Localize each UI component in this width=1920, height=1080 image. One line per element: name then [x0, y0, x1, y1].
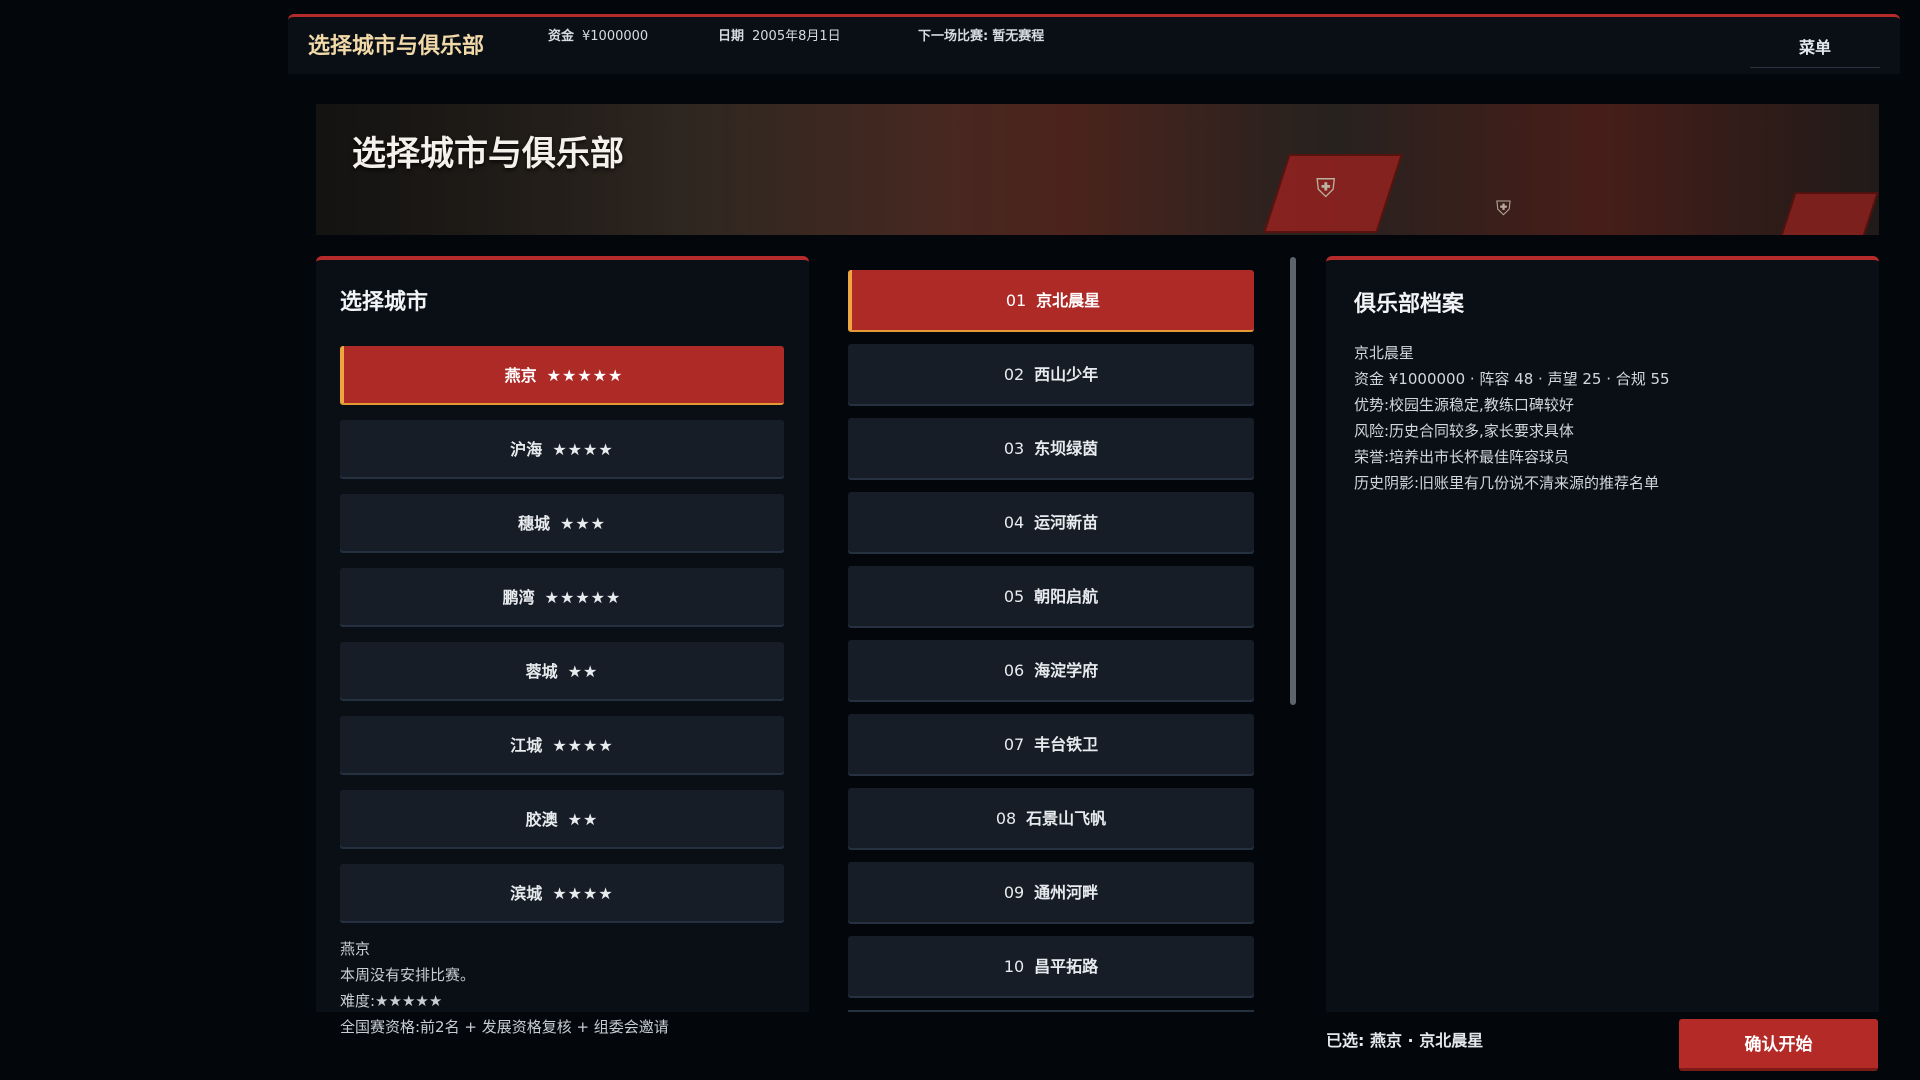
selected-summary: 已选: 燕京 · 京北晨星: [1326, 1031, 1484, 1050]
menu-button[interactable]: 菜单: [1750, 33, 1880, 68]
funds-label: 资金: [548, 29, 575, 44]
profile-stats: 资金 ¥1000000 · 阵容 48 · 声望 25 · 合规 55: [1354, 370, 1670, 388]
top-bar: 选择城市与俱乐部 资金 ¥1000000 日期 2005年8月1日 下一场比赛: 暂无…: [288, 14, 1900, 74]
city-stars: ★★★★: [552, 440, 614, 459]
club-number: 03: [1003, 439, 1025, 458]
club-name: 东坝绿茵: [1034, 439, 1099, 458]
club-name: 京北晨星: [1036, 291, 1101, 310]
club-number: 10: [1003, 957, 1025, 976]
city-panel-title: 选择城市: [340, 290, 429, 315]
city-button[interactable]: 燕京 ★★★★★: [340, 346, 784, 405]
city-stars: ★★★★★: [544, 588, 622, 607]
confirm-start-button[interactable]: 确认开始: [1679, 1019, 1878, 1071]
funds-value: ¥1000000: [582, 29, 649, 44]
club-name: 朝阳启航: [1034, 587, 1099, 606]
club-button[interactable]: 01 京北晨星: [848, 270, 1254, 332]
club-number: 07: [1003, 735, 1025, 754]
city-stars: ★★★★: [552, 736, 614, 755]
city-name: 蓉城: [525, 662, 558, 681]
city-name: 沪海: [510, 440, 543, 459]
top-bar-title: 选择城市与俱乐部: [308, 34, 485, 59]
city-stars: ★★: [567, 810, 599, 829]
date-label: 日期: [718, 29, 745, 44]
city-name: 滨城: [510, 884, 543, 903]
club-name: 西山少年: [1034, 365, 1099, 384]
club-name: 通州河畔: [1034, 883, 1099, 902]
city-name: 鹏湾: [502, 588, 535, 607]
club-button[interactable]: 09 通州河畔: [848, 862, 1254, 924]
club-number: 05: [1003, 587, 1025, 606]
city-button[interactable]: 胶澳 ★★: [340, 790, 784, 849]
city-name: 江城: [510, 736, 543, 755]
profile-strength: 优势:校园生源稳定,教练口碑较好: [1354, 396, 1574, 414]
club-button[interactable]: 06 海淀学府: [848, 640, 1254, 702]
date-stat: 日期 2005年8月1日: [718, 25, 841, 44]
club-button[interactable]: 08 石景山飞帆: [848, 788, 1254, 850]
city-info-qualification: 全国赛资格:前2名 + 发展资格复核 + 组委会邀请: [340, 1018, 669, 1036]
banner: ⛨ ⛨ 选择城市与俱乐部: [316, 104, 1879, 235]
banner-title: 选择城市与俱乐部: [352, 134, 624, 174]
city-stars: ★★★★★: [546, 366, 624, 385]
city-button[interactable]: 滨城 ★★★★: [340, 864, 784, 923]
city-name: 穗城: [517, 514, 550, 533]
club-list-scrollbar[interactable]: [1290, 257, 1296, 705]
funds-stat: 资金 ¥1000000: [548, 25, 648, 44]
profile-club-name: 京北晨星: [1354, 344, 1415, 362]
club-number: 08: [995, 809, 1017, 828]
club-number: 04: [1003, 513, 1025, 532]
city-info-difficulty: 难度:★★★★★: [340, 992, 443, 1010]
next-match-value: 暂无赛程: [992, 29, 1045, 44]
club-button[interactable]: 04 运河新苗: [848, 492, 1254, 554]
club-name: 丰台铁卫: [1034, 735, 1099, 754]
city-button[interactable]: 蓉城 ★★: [340, 642, 784, 701]
club-number: 06: [1003, 661, 1025, 680]
city-name: 燕京: [504, 366, 537, 385]
profile-honor: 荣誉:培养出市长杯最佳阵容球员: [1354, 448, 1570, 466]
city-button[interactable]: 穗城 ★★★: [340, 494, 784, 553]
city-stars: ★★: [567, 662, 599, 681]
city-button[interactable]: 江城 ★★★★: [340, 716, 784, 775]
club-number: 09: [1003, 883, 1025, 902]
club-button[interactable]: 02 西山少年: [848, 344, 1254, 406]
city-stars: ★★★★: [552, 884, 614, 903]
club-button[interactable]: 05 朝阳启航: [848, 566, 1254, 628]
next-match-stat: 下一场比赛: 暂无赛程: [918, 25, 1044, 44]
city-info-schedule: 本周没有安排比赛。: [340, 966, 476, 984]
club-name: 昌平拓路: [1034, 957, 1099, 976]
profile-risk: 风险:历史合同较多,家长要求具体: [1354, 422, 1574, 440]
city-stars: ★★★: [559, 514, 607, 533]
club-name: 运河新苗: [1034, 513, 1099, 532]
city-button[interactable]: 鹏湾 ★★★★★: [340, 568, 784, 627]
profile-shadow: 历史阴影:旧账里有几份说不清来源的推荐名单: [1354, 474, 1660, 492]
date-value: 2005年8月1日: [752, 29, 841, 44]
city-info-name: 燕京: [340, 940, 371, 958]
city-name: 胶澳: [525, 810, 558, 829]
club-name: 石景山飞帆: [1026, 809, 1107, 828]
club-button[interactable]: 10 昌平拓路: [848, 936, 1254, 998]
city-button[interactable]: 沪海 ★★★★: [340, 420, 784, 479]
club-button[interactable]: 03 东坝绿茵: [848, 418, 1254, 480]
club-number: 01: [1005, 291, 1027, 310]
club-name: 海淀学府: [1034, 661, 1099, 680]
club-button[interactable]: 07 丰台铁卫: [848, 714, 1254, 776]
club-number: 02: [1003, 365, 1025, 384]
next-match-label: 下一场比赛:: [918, 29, 989, 44]
profile-panel-title: 俱乐部档案: [1354, 292, 1465, 317]
